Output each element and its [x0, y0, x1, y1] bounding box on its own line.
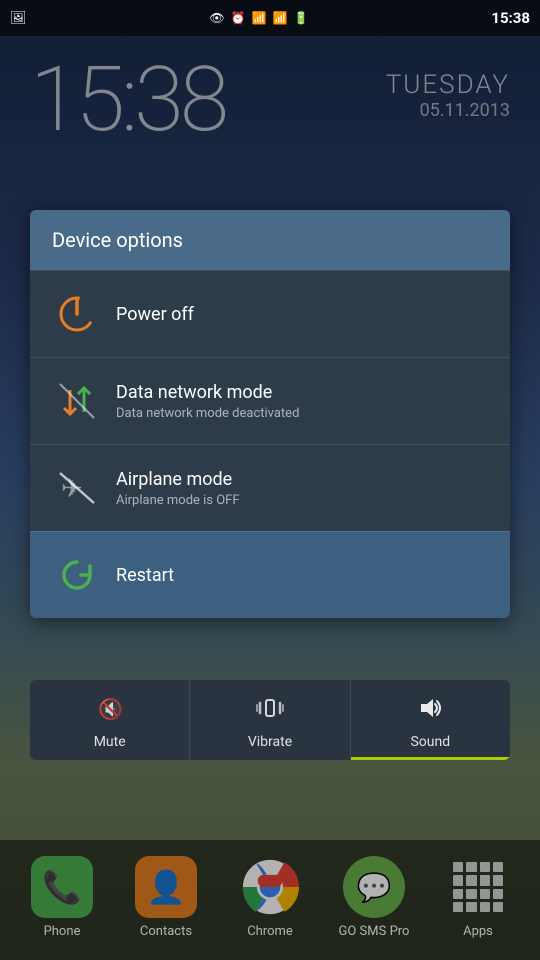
battery-icon: 🔋: [294, 11, 309, 25]
power-off-text: Power off: [116, 304, 194, 325]
airplane-mode-subtitle: Airplane mode is OFF: [116, 493, 240, 508]
vibrate-mode-item[interactable]: Vibrate: [190, 680, 350, 760]
sound-mode-bar: 🔇 Mute Vibrate: [30, 680, 510, 760]
eye-icon: 👁: [209, 11, 224, 25]
power-off-label: Power off: [116, 304, 194, 325]
vibrate-label: Vibrate: [248, 734, 292, 750]
sound-icon: [415, 694, 445, 728]
airplane-mode-item[interactable]: ✈ Airplane mode Airplane mode is OFF: [30, 444, 510, 531]
airplane-mode-label: Airplane mode: [116, 469, 240, 490]
data-network-text: Data network mode Data network mode deac…: [116, 382, 299, 421]
restart-icon: [52, 550, 102, 600]
status-time: 15:38: [491, 9, 530, 27]
restart-text: Restart: [116, 565, 174, 586]
status-time-text: 15:38: [491, 9, 530, 27]
power-off-icon: [52, 289, 102, 339]
status-bar: 🖼 👁 ⏰ 📶 📶 🔋 15:38: [0, 0, 540, 36]
data-network-label: Data network mode: [116, 382, 299, 403]
airplane-mode-icon: ✈: [52, 463, 102, 513]
status-mid-icons: 👁 ⏰ 📶 📶 🔋: [209, 11, 308, 25]
signal-icon: 📶: [273, 11, 288, 25]
mute-label: Mute: [94, 734, 126, 750]
data-network-icon: [52, 376, 102, 426]
mute-icon: 🔇: [96, 694, 124, 728]
status-left-icons: 🖼: [10, 11, 27, 26]
data-network-subtitle: Data network mode deactivated: [116, 406, 299, 421]
device-options-dialog: Device options Power off: [30, 210, 510, 618]
restart-label: Restart: [116, 565, 174, 586]
restart-item[interactable]: Restart: [30, 531, 510, 618]
sound-mode-item[interactable]: Sound: [351, 680, 510, 760]
photo-icon: 🖼: [10, 11, 27, 26]
sound-label: Sound: [410, 734, 450, 750]
airplane-mode-text: Airplane mode Airplane mode is OFF: [116, 469, 240, 508]
svg-text:🔇: 🔇: [98, 697, 123, 721]
dialog-title: Device options: [30, 210, 510, 270]
vibrate-icon: [255, 694, 285, 728]
data-network-item[interactable]: Data network mode Data network mode deac…: [30, 357, 510, 444]
alarm-icon: ⏰: [231, 11, 246, 25]
mute-mode-item[interactable]: 🔇 Mute: [30, 680, 190, 760]
power-off-item[interactable]: Power off: [30, 270, 510, 357]
wifi-icon: 📶: [252, 11, 267, 25]
